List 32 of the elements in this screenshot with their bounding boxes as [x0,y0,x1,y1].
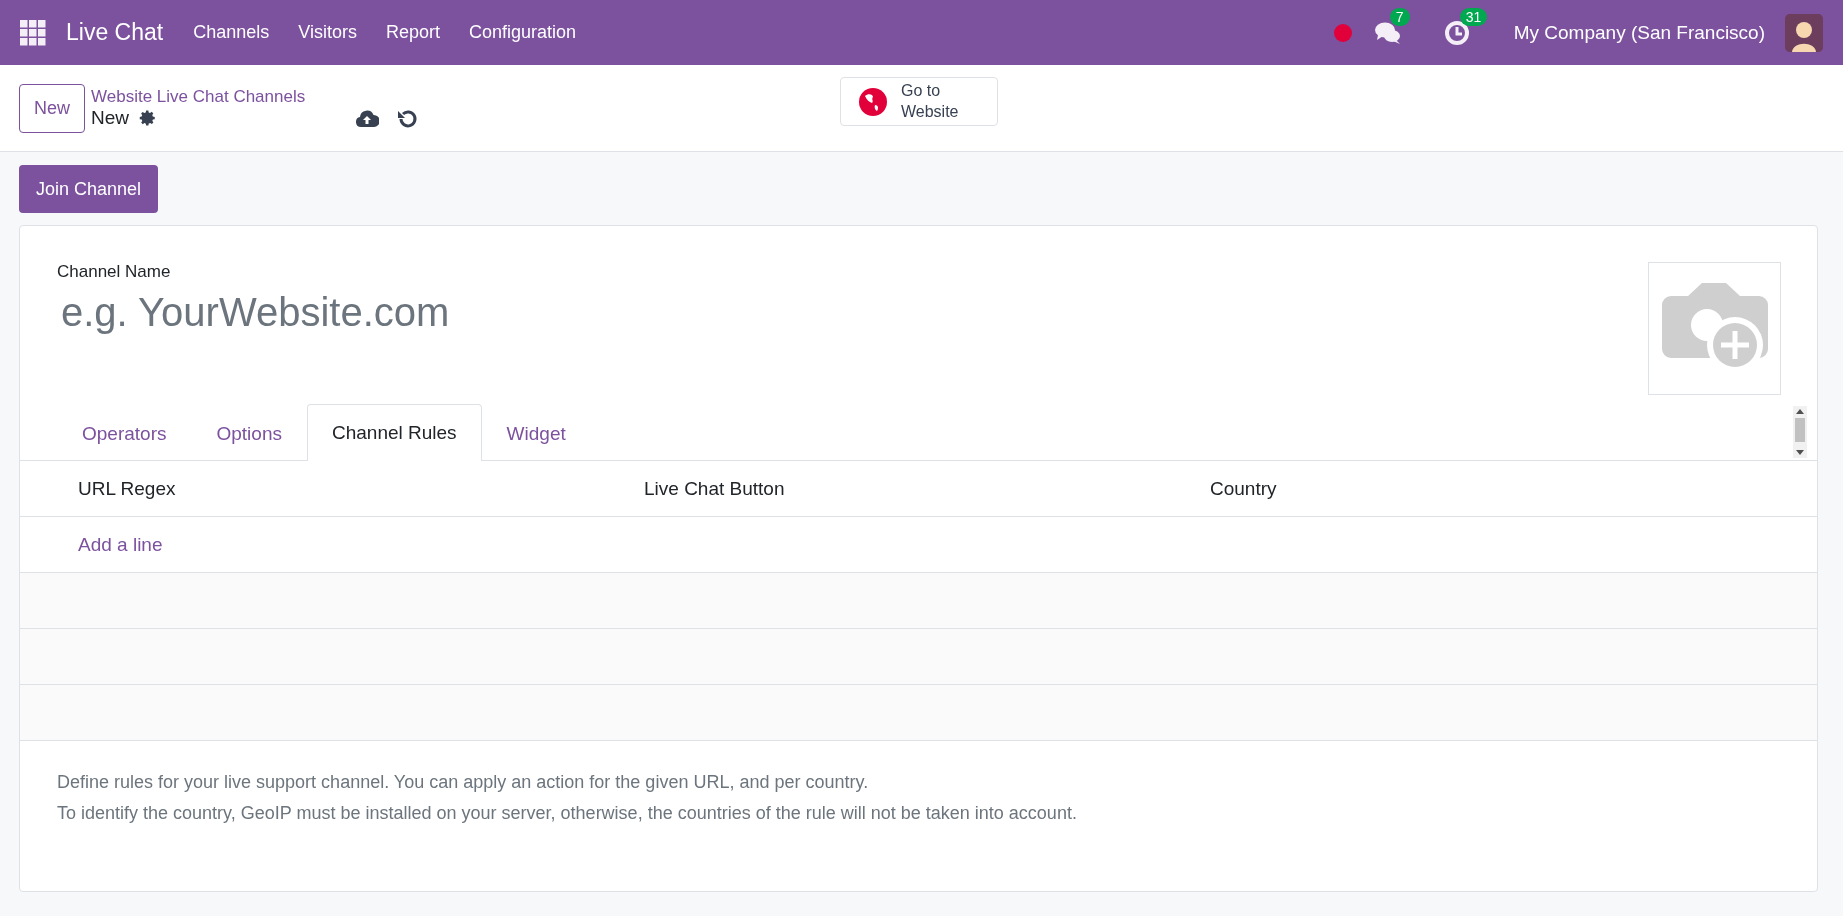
status-dot[interactable] [1333,23,1352,42]
field-label: Channel Name [57,262,172,282]
undo-icon[interactable] [395,108,420,130]
record-name: New [91,107,130,129]
scrollbar[interactable] [1793,406,1807,458]
message-count-badge: 7 [1389,7,1410,26]
tab[interactable]: Options [191,405,307,461]
column-header[interactable]: Country [1210,477,1817,500]
apps-menu-icon[interactable] [20,19,46,46]
go-to-website-button[interactable]: Go to Website [840,77,998,126]
tab[interactable]: Widget [481,405,591,461]
menu-item[interactable]: Visitors [298,22,357,43]
menu-item[interactable]: Channels [193,22,270,43]
activity-count-badge: 31 [1459,7,1488,26]
app-name[interactable]: Live Chat [66,19,164,46]
column-header[interactable]: Live Chat Button [644,477,1210,500]
company-switcher[interactable]: My Company (San Francisco) [1513,21,1765,44]
join-channel-button[interactable]: Join Channel [19,165,159,213]
column-header[interactable]: URL Regex [78,477,644,500]
help-text: Define rules for your live support channel. You can apply an action for the given URL, and per country. [57,771,870,794]
tab[interactable]: Channel Rules [306,404,482,461]
add-line-link[interactable]: Add a line [78,533,644,556]
settings-icon[interactable] [139,109,158,127]
new-button[interactable]: New [19,83,85,133]
menu-item[interactable]: Report [385,22,440,43]
breadcrumb-link[interactable]: Website Live Chat Channels [91,87,306,107]
help-text: To identify the country, GeoIP must be installed on your server, otherwise, the countries of the rule will not be taken into account. [57,802,1078,825]
avatar[interactable] [1785,13,1823,52]
tab[interactable]: Operators [57,405,192,461]
menu-item[interactable]: Configuration [468,22,577,43]
globe-icon [859,87,887,116]
cloud-upload-icon[interactable] [355,108,380,130]
